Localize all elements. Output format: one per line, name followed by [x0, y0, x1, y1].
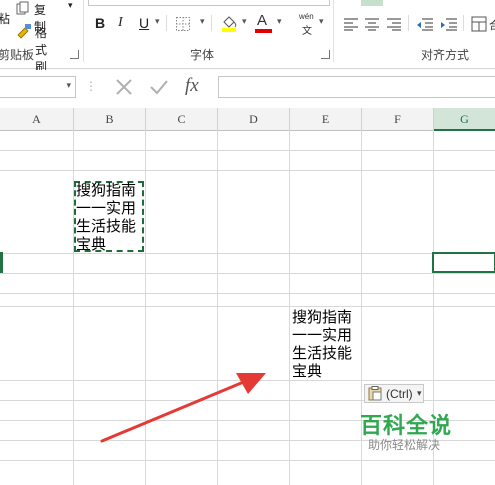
watermark-logo: 百科全说 助你轻松解决	[346, 404, 456, 456]
watermark-subtitle: 助你轻松解决	[368, 438, 441, 452]
